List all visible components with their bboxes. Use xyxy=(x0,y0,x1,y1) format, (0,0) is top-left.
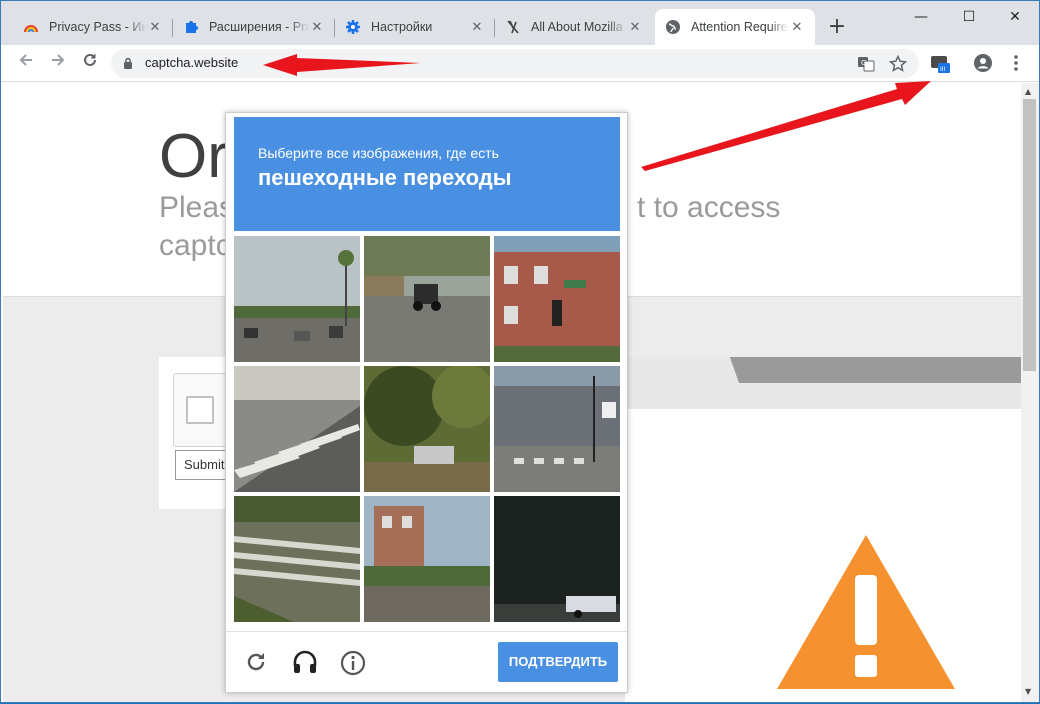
captcha-target: пешеходные переходы xyxy=(258,165,512,190)
tab-label: Настройки xyxy=(371,20,433,34)
captcha-tile-3[interactable] xyxy=(494,236,620,362)
tab-label: Расширения - Pri xyxy=(209,20,309,34)
page-subtitle-left: Pleas xyxy=(159,191,235,224)
recaptcha-checkbox[interactable] xyxy=(186,396,214,424)
privacy-pass-extension-icon[interactable]: III xyxy=(929,53,951,75)
tab-close-icon[interactable]: ✕ xyxy=(627,19,643,35)
captcha-tile-1[interactable] xyxy=(234,236,360,362)
street-photo-image xyxy=(494,236,620,362)
svg-text:G: G xyxy=(861,59,866,67)
puzzle-icon xyxy=(183,19,199,35)
translate-icon[interactable]: G xyxy=(857,55,875,73)
scroll-down-icon[interactable]: ▼ xyxy=(1025,687,1031,696)
captcha-instruction: Выберите все изображения, где есть xyxy=(258,145,499,161)
scroll-up-icon[interactable]: ▲ xyxy=(1025,87,1031,96)
reload-icon xyxy=(84,53,96,66)
info-icon[interactable] xyxy=(340,650,366,676)
tab-mozilla[interactable]: All About Mozilla ✕ xyxy=(495,9,653,45)
page-subtitle-right: t to access xyxy=(637,191,781,224)
forward-button[interactable] xyxy=(45,51,71,77)
tab-strip: Privacy Pass - Инт ✕ Расширения - Pri ✕ … xyxy=(1,1,1039,45)
lock-icon xyxy=(124,57,132,69)
gear-icon xyxy=(345,19,361,35)
tab-label: All About Mozilla xyxy=(531,20,623,34)
scrollbar-thumb[interactable] xyxy=(1023,99,1036,371)
svg-text:III: III xyxy=(940,66,946,73)
verify-button[interactable]: ПОДТВЕРДИТЬ xyxy=(498,642,618,682)
captcha-tile-5[interactable] xyxy=(364,366,490,492)
mozilla-icon xyxy=(505,19,521,35)
tab-privacy-pass[interactable]: Privacy Pass - Инт ✕ xyxy=(13,9,173,45)
tab-label: Privacy Pass - Инт xyxy=(49,20,147,34)
browser-toolbar: captcha.website G III xyxy=(1,45,1039,82)
street-photo-image xyxy=(364,236,490,362)
captcha-tile-9[interactable] xyxy=(494,496,620,622)
street-photo-image xyxy=(494,496,620,622)
reload-button[interactable] xyxy=(77,51,103,77)
tab-attention-required[interactable]: Attention Require ✕ xyxy=(655,9,815,45)
captcha-tile-2[interactable] xyxy=(364,236,490,362)
captcha-tile-4[interactable] xyxy=(234,366,360,492)
street-photo-image xyxy=(494,366,620,492)
captcha-challenge-popup: Выберите все изображения, где есть пешех… xyxy=(225,112,628,693)
bookmark-star-icon[interactable] xyxy=(889,55,907,73)
back-arrow-icon xyxy=(19,54,32,66)
captcha-tile-6[interactable] xyxy=(494,366,620,492)
tab-close-icon[interactable]: ✕ xyxy=(469,19,485,35)
forward-arrow-icon xyxy=(52,54,65,66)
panel-strip xyxy=(625,383,1021,409)
maximize-button[interactable]: ☐ xyxy=(945,1,993,33)
tab-label: Attention Require xyxy=(691,20,788,34)
browser-window: Privacy Pass - Инт ✕ Расширения - Pri ✕ … xyxy=(0,0,1040,703)
vertical-scrollbar[interactable]: ▲ ▼ xyxy=(1021,83,1039,702)
panel-tab xyxy=(625,357,739,383)
captcha-footer: ПОДТВЕРДИТЬ xyxy=(226,631,627,692)
street-photo-image xyxy=(364,496,490,622)
captcha-tile-8[interactable] xyxy=(364,496,490,622)
minimize-button[interactable]: — xyxy=(897,1,945,33)
close-window-button[interactable]: ✕ xyxy=(991,1,1039,33)
reload-challenge-icon[interactable] xyxy=(244,650,268,674)
crosswalk-photo-image xyxy=(234,366,360,492)
url-text[interactable]: captcha.website xyxy=(145,55,238,70)
menu-kebab-icon[interactable] xyxy=(1009,53,1023,73)
tab-extensions[interactable]: Расширения - Pri ✕ xyxy=(173,9,335,45)
globe-icon xyxy=(665,19,681,35)
audio-challenge-icon[interactable] xyxy=(292,650,318,674)
address-bar[interactable]: captcha.website G xyxy=(111,49,919,78)
warning-triangle-icon xyxy=(777,535,955,689)
page-heading: Or xyxy=(159,122,228,191)
rainbow-icon xyxy=(23,19,39,35)
captcha-tile-7[interactable] xyxy=(234,496,360,622)
tab-close-icon[interactable]: ✕ xyxy=(309,19,325,35)
tab-close-icon[interactable]: ✕ xyxy=(147,19,163,35)
new-tab-button[interactable]: + xyxy=(824,15,850,41)
captcha-header: Выберите все изображения, где есть пешех… xyxy=(234,117,620,231)
street-photo-image xyxy=(234,236,360,362)
profile-avatar-icon[interactable] xyxy=(973,53,993,73)
tab-settings[interactable]: Настройки ✕ xyxy=(335,9,495,45)
back-button[interactable] xyxy=(13,51,39,77)
tab-close-icon[interactable]: ✕ xyxy=(789,19,805,35)
street-photo-image xyxy=(364,366,490,492)
crosswalk-photo-image xyxy=(234,496,360,622)
page-subtitle-line2: captc xyxy=(159,229,231,262)
